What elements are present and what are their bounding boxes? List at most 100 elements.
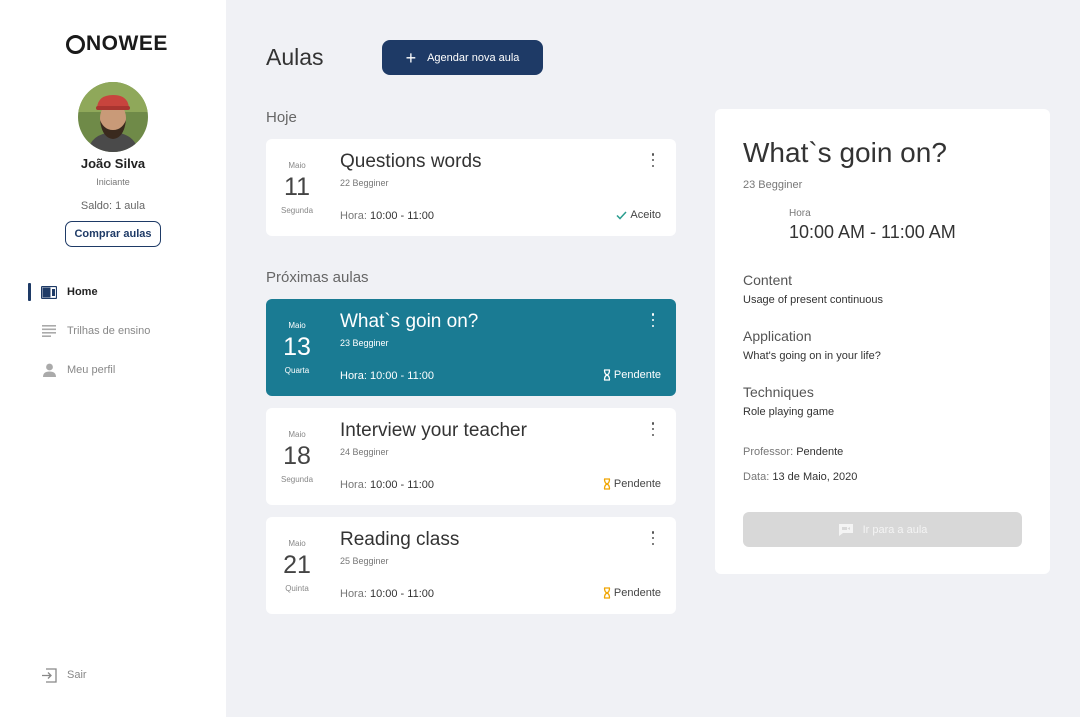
detail-application-text: What's going on in your life?	[743, 350, 881, 362]
logout-button[interactable]: Sair	[0, 664, 226, 686]
date-value: 13 de Maio, 2020	[772, 471, 858, 483]
time-value: 10:00 - 11:00	[369, 479, 434, 491]
sidebar-item-label: Meu perfil	[67, 364, 116, 376]
card-weekday: Quinta	[285, 584, 309, 593]
status-badge: Pendente	[603, 369, 661, 381]
time-value: 10:00 - 11:00	[369, 370, 434, 382]
sidebar-item-label: Trilhas de ensino	[67, 325, 151, 337]
card-day: 18	[283, 442, 311, 470]
card-month: Maio	[288, 430, 306, 439]
card-title: Reading class	[340, 529, 460, 550]
status-text: Pendente	[613, 369, 661, 381]
section-today-label: Hoje	[266, 109, 297, 126]
plus-icon: +	[405, 47, 417, 68]
hourglass-icon	[603, 587, 611, 599]
detail-date: Data: 13 de Maio, 2020	[743, 471, 857, 483]
card-day: 11	[284, 173, 310, 201]
detail-title: What`s goin on?	[743, 137, 947, 168]
status-text: Pendente	[613, 478, 661, 490]
card-day: 21	[283, 551, 311, 579]
section-upcoming-label: Próximas aulas	[266, 269, 369, 286]
detail-content-text: Usage of present continuous	[743, 294, 884, 306]
sidebar-item-home[interactable]: Home	[0, 281, 226, 303]
card-time: Hora: 10:00 - 11:00	[340, 370, 434, 382]
dashboard-icon	[41, 284, 57, 300]
card-level: 24 Begginer	[340, 447, 389, 457]
time-value: 10:00 - 11:00	[369, 588, 434, 600]
logo-text: NOWEE	[86, 32, 168, 55]
status-text: Pendente	[613, 587, 661, 599]
card-level: 25 Begginer	[340, 556, 389, 566]
status-badge: Aceito	[616, 209, 661, 221]
class-card-upcoming[interactable]: Maio 13 Quarta What`s goin on? 23 Beggin…	[266, 299, 676, 396]
more-menu-icon[interactable]	[649, 153, 657, 167]
class-card-upcoming[interactable]: Maio 21 Quinta Reading class 25 Begginer…	[266, 517, 676, 614]
card-day: 13	[283, 333, 311, 361]
card-weekday: Segunda	[280, 206, 314, 215]
class-card-today[interactable]: Maio 11 Segunda Questions words 22 Beggi…	[266, 139, 676, 236]
go-to-class-button[interactable]: Ir para a aula	[743, 512, 1022, 547]
buy-classes-button[interactable]: Comprar aulas	[65, 221, 161, 247]
card-title: Interview your teacher	[340, 420, 527, 441]
card-weekday: Quarta	[284, 366, 310, 375]
hourglass-icon	[603, 478, 611, 490]
class-card-upcoming[interactable]: Maio 18 Segunda Interview your teacher 2…	[266, 408, 676, 505]
more-menu-icon[interactable]	[649, 531, 657, 545]
class-detail-panel: What`s goin on? 23 Begginer Hora 10:00 A…	[715, 109, 1050, 574]
user-balance: Saldo: 1 aula	[80, 200, 146, 212]
sidebar-item-label: Home	[67, 286, 98, 298]
user-level: Iniciante	[96, 177, 130, 187]
logo-ring-icon	[66, 34, 85, 54]
sidebar: NOWEE João Silva Iniciante Saldo: 1 aula…	[0, 0, 226, 717]
logo: NOWEE	[66, 32, 168, 56]
date-label: Data:	[743, 471, 770, 483]
detail-time-label: Hora	[789, 208, 811, 219]
status-text: Aceito	[630, 209, 661, 221]
card-time: Hora: 10:00 - 11:00	[340, 588, 434, 600]
card-weekday: Segunda	[280, 475, 314, 484]
card-title: What`s goin on?	[340, 311, 479, 332]
schedule-class-label: Agendar nova aula	[427, 51, 520, 64]
user-name: João Silva	[80, 156, 146, 171]
time-prefix: Hora:	[340, 479, 367, 491]
detail-application-heading: Application	[743, 328, 812, 344]
time-prefix: Hora:	[340, 210, 367, 222]
card-level: 23 Begginer	[340, 338, 389, 348]
card-level: 22 Begginer	[340, 178, 389, 188]
go-to-class-label: Ir para a aula	[862, 523, 928, 536]
sidebar-item-profile[interactable]: Meu perfil	[0, 359, 226, 381]
card-month: Maio	[288, 321, 306, 330]
card-month: Maio	[288, 161, 306, 170]
time-prefix: Hora:	[340, 588, 367, 600]
active-indicator	[28, 283, 31, 301]
detail-techniques-text: Role playing game	[743, 406, 835, 418]
list-icon	[41, 323, 57, 339]
more-menu-icon[interactable]	[649, 422, 657, 436]
detail-level: 23 Begginer	[743, 179, 803, 191]
professor-label: Professor:	[743, 446, 794, 458]
more-menu-icon[interactable]	[649, 313, 657, 327]
sidebar-item-trilhas[interactable]: Trilhas de ensino	[0, 320, 226, 342]
avatar-photo-icon	[78, 82, 148, 152]
schedule-class-button[interactable]: + Agendar nova aula	[382, 40, 543, 75]
status-badge: Pendente	[603, 587, 661, 599]
detail-content-heading: Content	[743, 272, 793, 288]
video-chat-icon	[838, 523, 854, 537]
card-time: Hora: 10:00 - 11:00	[340, 479, 434, 491]
avatar	[78, 82, 148, 152]
detail-time: 10:00 AM - 11:00 AM	[789, 222, 956, 242]
status-badge: Pendente	[603, 478, 661, 490]
card-title: Questions words	[340, 151, 482, 172]
hourglass-icon	[603, 369, 611, 381]
time-prefix: Hora:	[340, 370, 367, 382]
detail-techniques-heading: Techniques	[743, 384, 814, 400]
logout-label: Sair	[67, 669, 87, 681]
logout-icon	[41, 667, 57, 683]
person-icon	[41, 362, 57, 378]
check-icon	[616, 210, 627, 220]
detail-professor: Professor: Pendente	[743, 446, 843, 458]
card-month: Maio	[288, 539, 306, 548]
time-value: 10:00 - 11:00	[369, 210, 434, 222]
professor-value: Pendente	[796, 446, 844, 458]
page-title: Aulas	[266, 44, 324, 70]
